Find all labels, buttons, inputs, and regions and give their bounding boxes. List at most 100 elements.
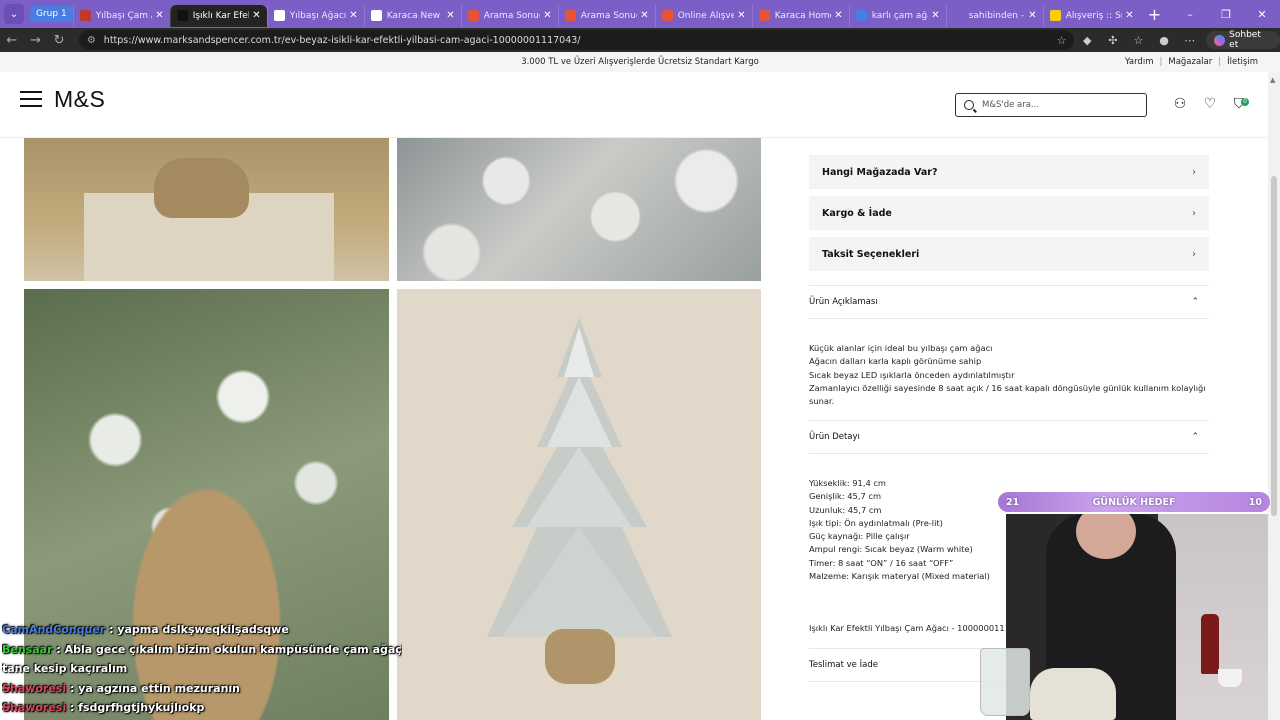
goal-right-value: 10 <box>1248 496 1262 508</box>
extensions-puzzle-icon[interactable]: ✣ <box>1100 34 1126 47</box>
tab-favicon-icon <box>370 10 382 21</box>
chat-text: tane kesip kaçıralım <box>2 662 128 675</box>
tab-close-icon[interactable]: ✕ <box>155 10 163 21</box>
tab-close-icon[interactable]: ✕ <box>931 10 939 21</box>
contact-link[interactable]: İletişim <box>1221 57 1264 67</box>
tab-label: Arama Sonuçları <box>483 10 541 21</box>
product-image-2[interactable] <box>397 138 761 281</box>
bottle <box>1201 614 1219 674</box>
browser-tab[interactable]: Alışveriş :: Sıfır, İk✕ <box>1042 4 1140 27</box>
tab-favicon-icon <box>564 10 576 21</box>
stores-link[interactable]: Mağazalar <box>1162 57 1218 67</box>
browser-tab[interactable]: Karaca New Year✕ <box>363 4 461 27</box>
tab-label: Işıklı Kar Efektli Y <box>192 10 250 21</box>
scroll-up-arrow-icon[interactable]: ▲ <box>1270 76 1275 84</box>
restore-icon[interactable]: ❐ <box>1208 8 1244 21</box>
tab-close-icon[interactable]: ✕ <box>543 10 551 21</box>
chat-text: : Abla gece çıkalım bizim okulun kampüsü… <box>56 642 402 656</box>
tab-close-icon[interactable]: ✕ <box>349 10 357 21</box>
chat-username: Shaworesi <box>2 681 67 695</box>
browser-tab[interactable]: Karaca Home Ku✕ <box>751 4 849 27</box>
tab-close-icon[interactable]: ✕ <box>737 10 745 21</box>
cup <box>1218 669 1242 687</box>
browser-tab[interactable]: sahibinden - Arıı✕ <box>945 4 1043 27</box>
chat-text: : ya agzına ettin mezuranın <box>69 681 241 695</box>
tab-close-icon[interactable]: ✕ <box>1028 10 1036 21</box>
back-icon[interactable]: ← <box>0 33 24 48</box>
glass-object <box>980 648 1030 716</box>
bookmark-star-icon[interactable]: ☆ <box>1057 34 1067 47</box>
menu-icon[interactable] <box>20 91 42 107</box>
account-icon[interactable]: ⚇ <box>1172 96 1188 112</box>
browser-tab[interactable]: Online Alışveriş S✕ <box>654 4 752 27</box>
shipping-returns-accordion[interactable]: Kargo & İade › <box>809 196 1209 230</box>
tab-group-label[interactable]: Grup 1 <box>30 6 73 22</box>
accordion-label: Taksit Seçenekleri <box>822 248 920 260</box>
close-window-icon[interactable]: ✕ <box>1244 8 1280 21</box>
product-description-toggle[interactable]: Ürün Açıklaması ⌃ <box>809 285 1209 319</box>
installment-options-accordion[interactable]: Taksit Seçenekleri › <box>809 237 1209 271</box>
tab-close-icon[interactable]: ✕ <box>446 10 454 21</box>
forward-icon[interactable]: → <box>24 33 48 48</box>
tab-close-icon[interactable]: ✕ <box>252 10 260 21</box>
tab-close-icon[interactable]: ✕ <box>1125 10 1133 21</box>
burlap-pot <box>545 629 615 684</box>
site-header: M&S M&S'de ara... ⚇ ♡ ⛉ <box>0 72 1268 138</box>
scrollbar-thumb[interactable] <box>1271 176 1277 516</box>
tab-close-icon[interactable]: ✕ <box>834 10 842 21</box>
product-detail-toggle[interactable]: Ürün Detayı ⌃ <box>809 420 1209 454</box>
tab-label: karlı çam ağacı - <box>871 10 929 21</box>
tab-close-icon[interactable]: ✕ <box>640 10 648 21</box>
description-line: Zamanlayıcı özelliği sayesinde 8 saat aç… <box>809 382 1206 407</box>
product-image-4[interactable] <box>397 289 761 720</box>
search-placeholder: M&S'de ara... <box>982 100 1040 110</box>
site-info-icon[interactable]: ⚙ <box>87 35 96 46</box>
chevron-up-icon: ⌃ <box>1191 432 1199 442</box>
chat-message: tane kesip kaçıralım <box>2 659 402 679</box>
tab-favicon-icon <box>661 10 673 21</box>
browser-tab[interactable]: Yılbaşı Çam Ağa✕ <box>72 4 170 27</box>
site-logo[interactable]: M&S <box>54 86 105 113</box>
tab-favicon-icon <box>176 10 188 21</box>
profile-avatar-icon[interactable]: ● <box>1151 34 1177 47</box>
favorites-icon[interactable]: ☆ <box>1126 34 1152 47</box>
tab-list-chevron-icon[interactable]: ⌄ <box>4 4 24 24</box>
browser-tab-bar: ⌄ Grup 1 Yılbaşı Çam Ağa✕Işıklı Kar Efek… <box>0 0 1280 28</box>
search-icon <box>964 100 974 110</box>
reload-icon[interactable]: ↻ <box>47 33 71 48</box>
chat-text: : yapma dslkşweqkilşadsqwe <box>109 623 289 636</box>
chat-button[interactable]: Sohbet et <box>1206 30 1280 50</box>
chat-message: Shaworesi : fsdgrfhgtjhykujlıokp <box>2 698 402 718</box>
tab-label: Alışveriş :: Sıfır, İk <box>1065 10 1123 21</box>
browser-toolbar: ← → ↻ ⚙ https://www.marksandspencer.com.… <box>0 28 1280 52</box>
announcement-bar: 3.000 TL ve Üzeri Alışverişlerde Ücretsi… <box>0 52 1280 72</box>
browser-tab[interactable]: karlı çam ağacı -✕ <box>848 4 946 27</box>
tab-favicon-icon <box>467 10 479 21</box>
page-scrollbar[interactable]: ▲ <box>1268 72 1280 720</box>
store-availability-accordion[interactable]: Hangi Mağazada Var? › <box>809 155 1209 189</box>
chat-username: Bensaar <box>2 642 53 656</box>
minimize-icon[interactable]: – <box>1172 8 1208 21</box>
more-menu-icon[interactable]: ⋯ <box>1177 34 1203 47</box>
search-input[interactable]: M&S'de ara... <box>955 93 1147 117</box>
wishlist-heart-icon[interactable]: ♡ <box>1202 96 1218 112</box>
tab-label: Arama Sonuçları <box>580 10 638 21</box>
accordion-label: Kargo & İade <box>822 207 892 219</box>
chat-message: CamAndConquer : yapma dslkşweqkilşadsqwe <box>2 620 402 640</box>
browser-tab[interactable]: Işıklı Kar Efektli Y✕ <box>169 4 267 27</box>
detail-line: Yükseklik: 91,4 cm <box>809 478 887 488</box>
product-image-1[interactable] <box>24 138 389 281</box>
chat-message: Shaworesi : ya agzına ettin mezuranın <box>2 679 402 699</box>
new-tab-button[interactable]: + <box>1148 5 1161 24</box>
tab-label: Yılbaşı Ağacı Mo <box>289 10 347 21</box>
browser-tab[interactable]: Arama Sonuçları✕ <box>557 4 655 27</box>
burlap-pot <box>154 158 249 218</box>
product-sku-line: Işıklı Kar Efektli Yılbaşı Çam Ağacı - 1… <box>809 623 1021 633</box>
address-bar[interactable]: ⚙ https://www.marksandspencer.com.tr/ev-… <box>78 30 1075 50</box>
goal-left-value: 21 <box>1006 496 1020 508</box>
browser-tab[interactable]: Yılbaşı Ağacı Mo✕ <box>266 4 364 27</box>
browser-tab[interactable]: Arama Sonuçları✕ <box>460 4 558 27</box>
tab-label: Karaca Home Ku <box>774 10 832 21</box>
extension-icon[interactable]: ◆ <box>1074 34 1100 47</box>
help-link[interactable]: Yardım <box>1119 57 1160 67</box>
